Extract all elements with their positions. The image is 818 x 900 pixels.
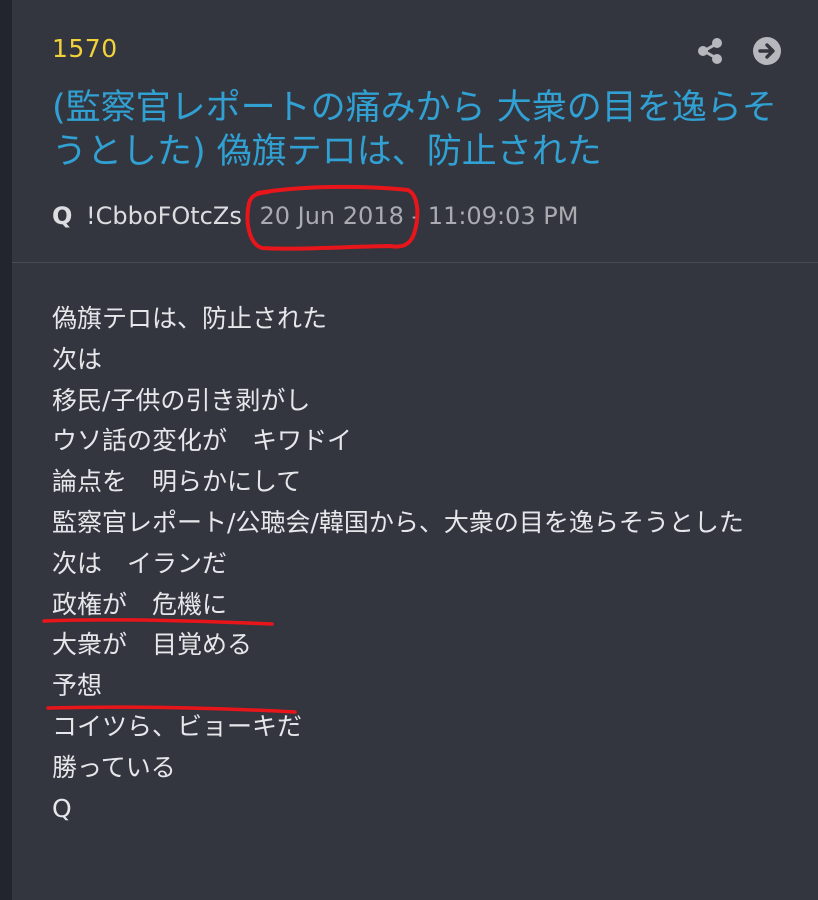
body-line: 次は イランだ: [52, 548, 228, 578]
post-body: 偽旗テロは、防止された 次は 移民/子供の引き剥がし ウソ話の変化が キワドイ …: [52, 299, 797, 829]
post-author: Q: [52, 202, 73, 230]
body-line: 勝っている: [52, 752, 176, 782]
post-meta: Q !CbboFOtcZs 20 Jun 2018 - 11:09:03 PM: [52, 198, 578, 234]
post-title[interactable]: (監察官レポートの痛みから 大衆の目を逸らそうとした) 偽旗テロは、防止された: [52, 86, 792, 174]
body-line: Q: [52, 793, 72, 823]
meta-separator: -: [411, 202, 421, 230]
arrow-right-circle-icon[interactable]: [752, 36, 782, 66]
post-tripcode: !CbboFOtcZs: [86, 202, 242, 230]
body-line: 予想: [52, 671, 103, 701]
post-date: 20 Jun 2018: [259, 202, 404, 230]
body-line: ウソ話の変化が キワドイ: [52, 426, 353, 456]
post-number[interactable]: 1570: [52, 34, 118, 63]
body-line: 偽旗テロは、防止された: [52, 304, 328, 333]
body-line: 次は: [52, 344, 103, 374]
body-line: 移民/子供の引き剥がし: [52, 385, 311, 415]
body-line: コイツら、ビョーキだ: [52, 711, 303, 741]
header-divider: [12, 262, 818, 263]
post-time: 11:09:03 PM: [427, 202, 579, 230]
share-icon[interactable]: [695, 36, 725, 66]
body-line: 論点を 明らかにして: [52, 467, 302, 497]
body-line: 政権が 危機に: [52, 589, 228, 619]
post-card: 1570 (監察官レポートの痛みから 大衆の目を逸らそうとした) 偽旗テロは、防…: [12, 0, 818, 900]
body-line: 大衆が 目覚める: [52, 630, 253, 660]
body-line: 監察官レポート/公聴会/韓国から、大衆の目を逸らそうとした: [52, 507, 744, 537]
